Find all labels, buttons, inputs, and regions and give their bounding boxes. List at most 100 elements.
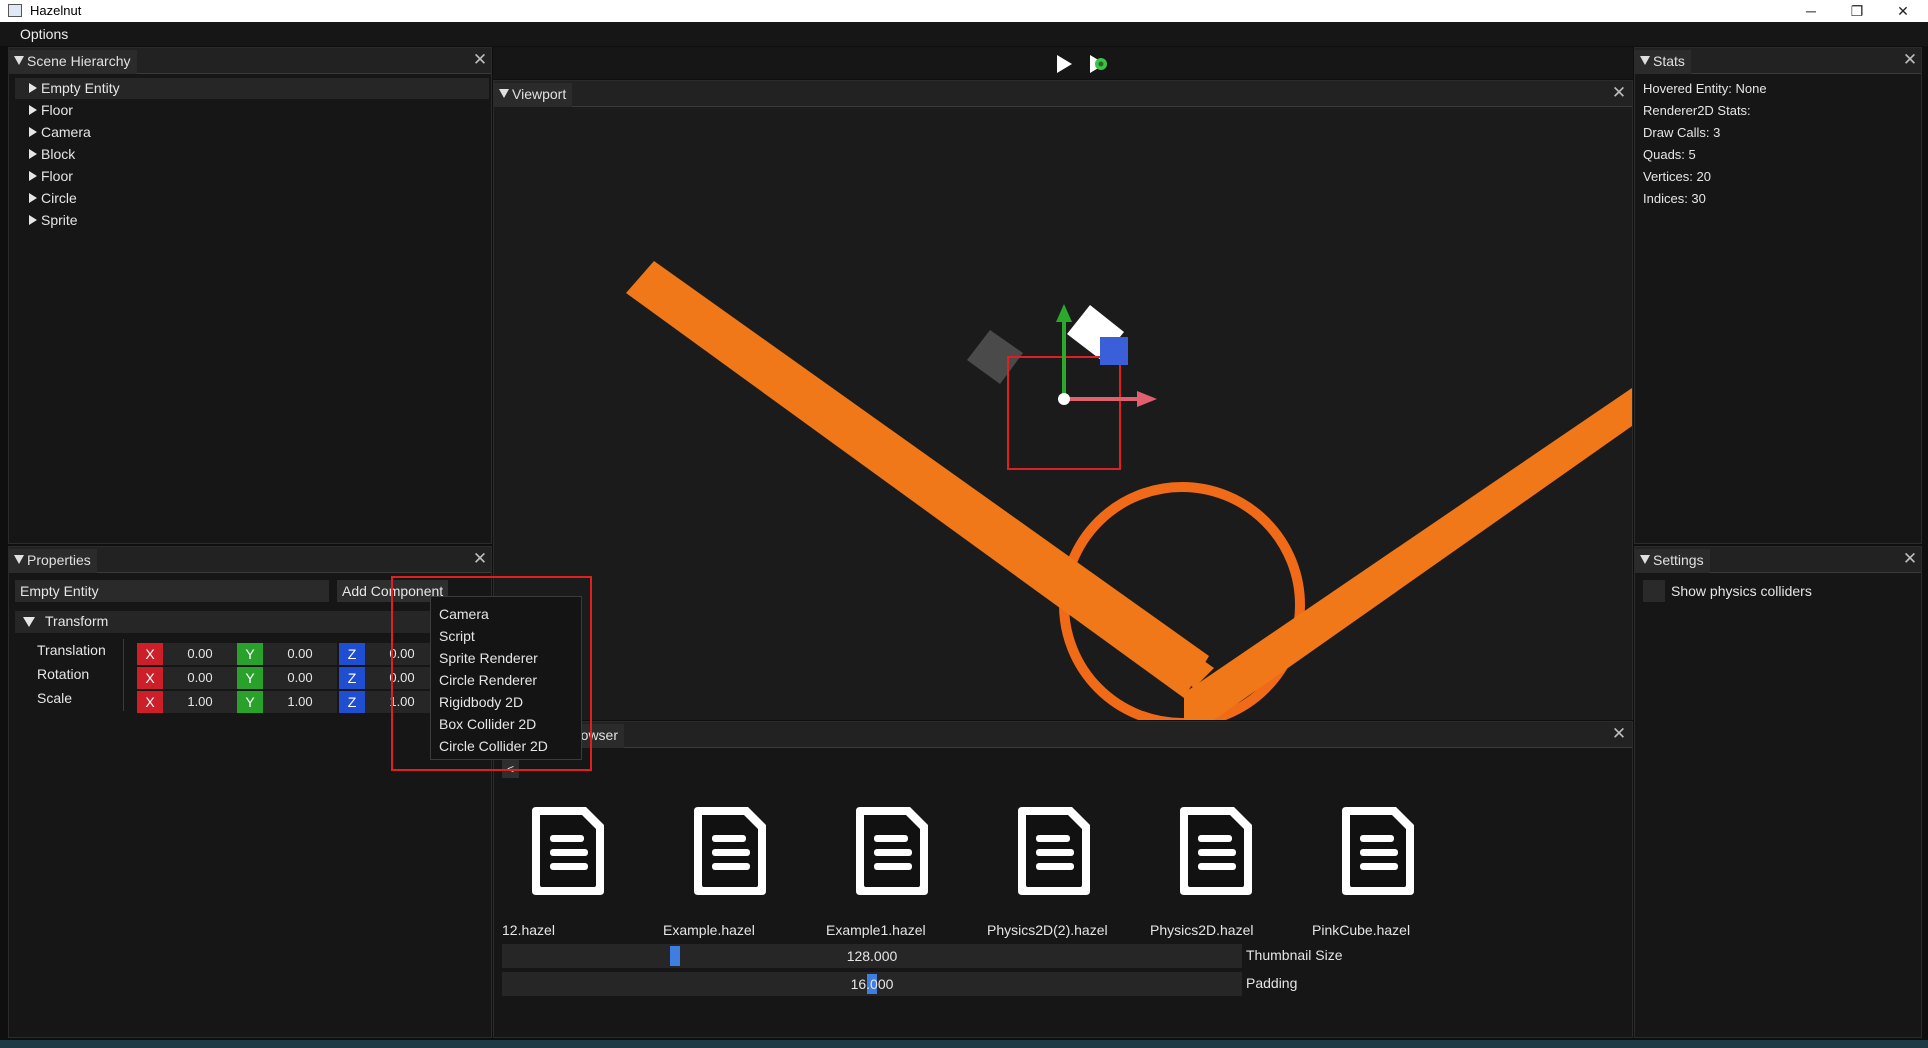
restore-button[interactable]: ❐ [1834,0,1880,22]
taskbar-strip [0,1040,1928,1048]
scale-z-button[interactable]: Z [339,691,365,713]
rotation-y-button[interactable]: Y [237,667,263,689]
entity-name-input[interactable]: Empty Entity [15,580,329,602]
tree-item-block[interactable]: Block [15,144,489,165]
settings-panel: Settings ✕ Show physics colliders [1634,546,1922,1038]
play-icon[interactable] [1053,53,1075,75]
file-icon[interactable] [690,803,770,897]
close-icon[interactable]: ✕ [1901,51,1919,69]
tab-viewport[interactable]: Viewport [494,83,573,107]
translation-y-button[interactable]: Y [237,643,263,665]
viewport-tabbar: Viewport ✕ [494,81,1632,107]
menu-options[interactable]: Options [20,26,68,42]
tree-item-sprite[interactable]: Sprite [15,210,489,231]
show-colliders-label: Show physics colliders [1671,583,1812,599]
scale-y-field[interactable]: 1.00 [263,691,337,713]
tree-item-label: Floor [41,168,73,184]
file-icon[interactable] [1176,803,1256,897]
close-icon[interactable]: ✕ [471,51,489,69]
stats-panel: Stats ✕ Hovered Entity: None Renderer2D … [1634,47,1922,544]
padding-label: Padding [1246,975,1298,991]
thumbnail-size-slider[interactable]: 128.000 [502,944,1242,968]
menu-item-rigidbody-2d[interactable]: Rigidbody 2D [439,691,523,713]
file-name[interactable]: 12.hazel [502,922,555,938]
file-icon[interactable] [852,803,932,897]
tab-stats[interactable]: Stats [1635,50,1691,74]
expand-arrow-icon[interactable] [29,105,37,115]
window-title: Hazelnut [30,3,82,18]
viewport-canvas[interactable] [494,108,1632,720]
tree-item-empty-entity[interactable]: Empty Entity [15,78,489,99]
close-icon[interactable]: ✕ [1901,550,1919,568]
rotation-x-button[interactable]: X [137,667,163,689]
menu-item-script[interactable]: Script [439,625,475,647]
tree-item-label: Block [41,146,76,162]
rotation-x-field[interactable]: 0.00 [163,667,237,689]
collapse-icon [1640,555,1650,564]
tree-item-floor[interactable]: Floor [15,100,489,121]
indices-text: Indices: 30 [1643,191,1706,206]
menu-item-box-collider-2d[interactable]: Box Collider 2D [439,713,536,735]
renderer-stats-heading: Renderer2D Stats: [1643,103,1751,118]
close-icon[interactable]: ✕ [1610,84,1628,102]
content-browser-panel: rowser ✕ < 12.hazel Example.hazel Exampl… [493,721,1633,1038]
file-icon[interactable] [528,803,608,897]
scale-x-field[interactable]: 1.00 [163,691,237,713]
close-icon[interactable]: ✕ [471,550,489,568]
scale-y-button[interactable]: Y [237,691,263,713]
quads-text: Quads: 5 [1643,147,1696,162]
scale-x-button[interactable]: X [137,691,163,713]
toolbar [493,47,1633,79]
file-name[interactable]: PinkCube.hazel [1312,922,1410,938]
tab-label: Settings [1653,552,1704,568]
tree-item-circle[interactable]: Circle [15,188,489,209]
close-window-button[interactable]: ✕ [1880,0,1926,22]
collapse-icon [1640,56,1650,65]
expand-arrow-icon[interactable] [29,193,37,203]
transform-label: Transform [45,613,109,629]
tree-item-camera[interactable]: Camera [15,122,489,143]
minimize-button[interactable]: ─ [1788,0,1834,22]
tab-label: Properties [27,552,91,568]
translation-y-field[interactable]: 0.00 [263,643,337,665]
menu-item-camera[interactable]: Camera [439,603,489,625]
tab-label: Viewport [512,86,567,102]
tab-scene-hierarchy[interactable]: Scene Hierarchy [9,50,137,74]
tab-properties[interactable]: Properties [9,549,97,573]
menu-item-sprite-renderer[interactable]: Sprite Renderer [439,647,538,669]
menu-item-circle-renderer[interactable]: Circle Renderer [439,669,537,691]
rotation-y-field[interactable]: 0.00 [263,667,337,689]
gizmo-center [1058,393,1070,405]
collapse-icon [14,56,24,65]
padding-slider[interactable]: 16.000 [502,972,1242,996]
expand-arrow-icon[interactable] [29,215,37,225]
file-icon[interactable] [1338,803,1418,897]
tab-settings[interactable]: Settings [1635,549,1710,573]
file-name[interactable]: Example.hazel [663,922,755,938]
expand-arrow-icon[interactable] [29,83,37,93]
tree-item-label: Sprite [41,212,78,228]
simulate-icon[interactable] [1087,53,1111,75]
file-name[interactable]: Physics2D(2).hazel [987,922,1108,938]
stats-tabbar: Stats ✕ [1635,48,1921,74]
tree-item-label: Floor [41,102,73,118]
expand-arrow-icon[interactable] [29,171,37,181]
translation-x-button[interactable]: X [137,643,163,665]
file-name[interactable]: Physics2D.hazel [1150,922,1254,938]
file-icon[interactable] [1014,803,1094,897]
close-icon[interactable]: ✕ [1610,725,1628,743]
translation-x-field[interactable]: 0.00 [163,643,237,665]
scene-hierarchy-tabbar: Scene Hierarchy ✕ [9,48,491,74]
rotation-z-button[interactable]: Z [339,667,365,689]
menu-item-circle-collider-2d[interactable]: Circle Collider 2D [439,735,548,757]
scale-label: Scale [37,690,73,706]
file-name[interactable]: Example1.hazel [826,922,926,938]
translation-z-button[interactable]: Z [339,643,365,665]
expand-arrow-icon[interactable] [29,149,37,159]
show-colliders-checkbox[interactable] [1643,580,1665,602]
vertices-text: Vertices: 20 [1643,169,1711,184]
menu-bar: Options [0,22,1928,46]
expand-arrow-icon[interactable] [29,127,37,137]
tab-label: Scene Hierarchy [27,53,131,69]
tree-item-floor-2[interactable]: Floor [15,166,489,187]
